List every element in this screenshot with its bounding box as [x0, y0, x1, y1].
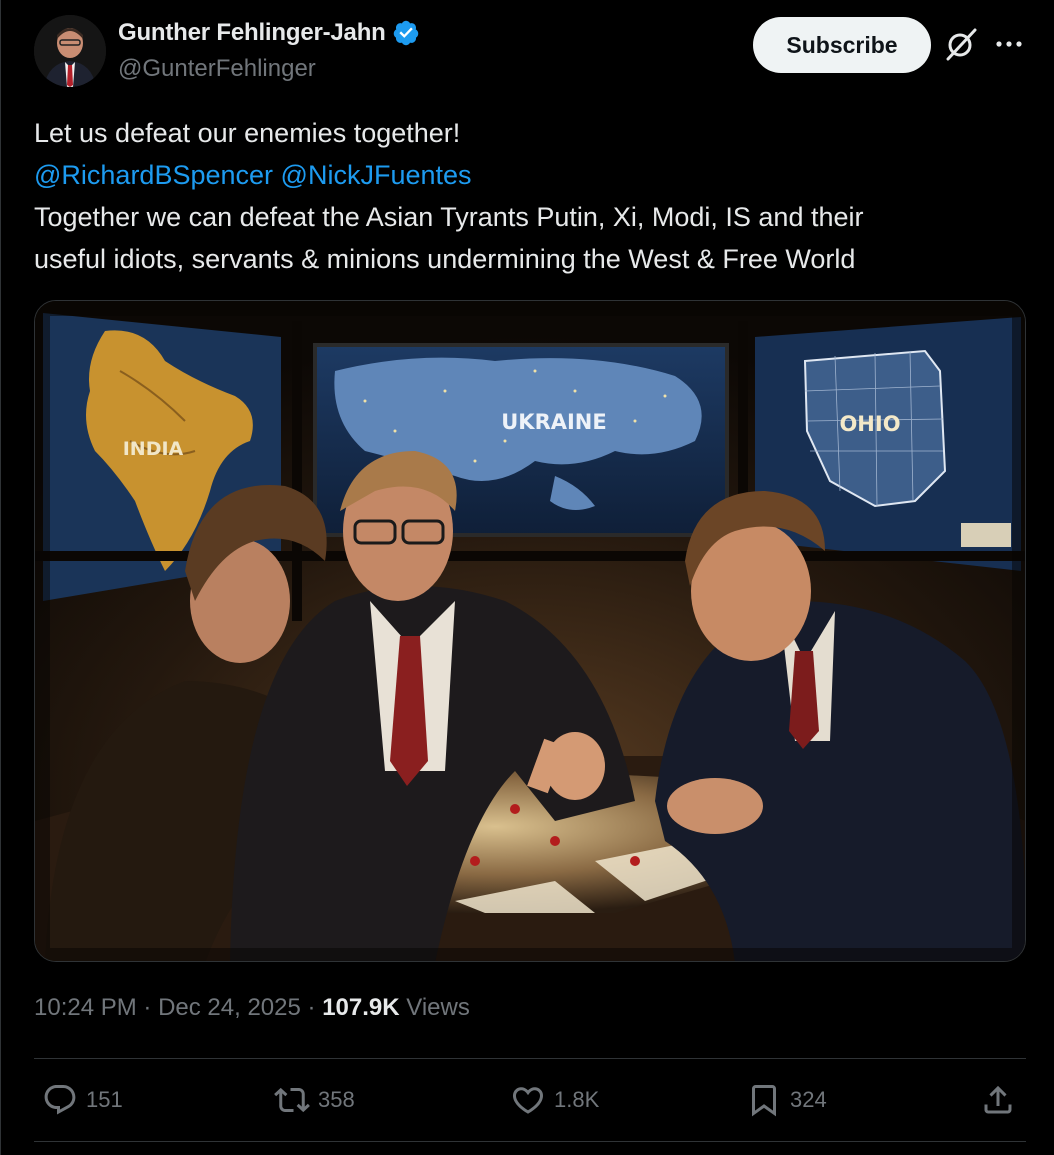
media-image: INDIA UKRAINE OHIO	[35, 301, 1025, 961]
like-count: 1.8K	[554, 1087, 600, 1112]
post-time[interactable]: 10:24 PM	[34, 994, 137, 1021]
grok-icon[interactable]	[944, 27, 978, 61]
repost-icon	[274, 1087, 310, 1113]
divider	[34, 1058, 1026, 1059]
map-label-ohio: OHIO	[839, 412, 900, 436]
map-panel-ohio	[755, 317, 1021, 571]
display-name[interactable]: Gunther Fehlinger-Jahn	[118, 19, 386, 47]
verified-badge-icon	[393, 20, 418, 46]
map-label-india: INDIA	[123, 438, 184, 460]
avatar-image	[34, 15, 106, 87]
bookmark-button[interactable]: 324	[746, 1080, 827, 1120]
tweet-media[interactable]: INDIA UKRAINE OHIO	[34, 300, 1026, 962]
avatar[interactable]	[34, 15, 106, 87]
mention-link[interactable]: @RichardBSpencer	[34, 160, 273, 190]
like-button[interactable]: 1.8K	[510, 1080, 599, 1120]
more-icon[interactable]	[994, 32, 1024, 56]
reply-button[interactable]: 151	[42, 1080, 123, 1120]
map-label-ukraine: UKRAINE	[501, 410, 606, 434]
share-button[interactable]	[980, 1080, 1016, 1120]
tweet-line: Together we can defeat the Asian Tyrants…	[34, 202, 864, 232]
heart-icon	[512, 1087, 544, 1114]
tweet-line: Let us defeat our enemies together!	[34, 118, 461, 148]
reply-count: 151	[86, 1087, 123, 1112]
tweet-text: Let us defeat our enemies together! @Ric…	[34, 112, 1024, 280]
reply-icon	[44, 1085, 76, 1115]
tweet-meta: 10:24 PM · Dec 24, 2025 · 107.9K Views	[34, 994, 470, 1022]
separator: ·	[143, 994, 152, 1021]
bookmark-count: 324	[790, 1087, 827, 1112]
post-date[interactable]: Dec 24, 2025	[158, 994, 301, 1021]
share-icon	[984, 1085, 1012, 1114]
divider	[34, 1141, 1026, 1142]
repost-count: 358	[318, 1087, 355, 1112]
views-label: Views	[406, 994, 470, 1021]
bookmark-icon	[752, 1085, 776, 1117]
author-handle[interactable]: @GunterFehlinger	[118, 55, 316, 83]
author-name-row[interactable]: Gunther Fehlinger-Jahn	[118, 19, 420, 47]
tweet-line: useful idiots, servants & minions underm…	[34, 244, 856, 274]
views-count: 107.9K	[322, 994, 400, 1021]
repost-button[interactable]: 358	[274, 1080, 355, 1120]
timeline-border	[0, 0, 1, 1155]
subscribe-button[interactable]: Subscribe	[753, 17, 931, 73]
separator: ·	[307, 994, 316, 1021]
tweet-mentions-line: @RichardBSpencer @NickJFuentes	[34, 154, 1024, 196]
mention-link[interactable]: @NickJFuentes	[281, 160, 472, 190]
